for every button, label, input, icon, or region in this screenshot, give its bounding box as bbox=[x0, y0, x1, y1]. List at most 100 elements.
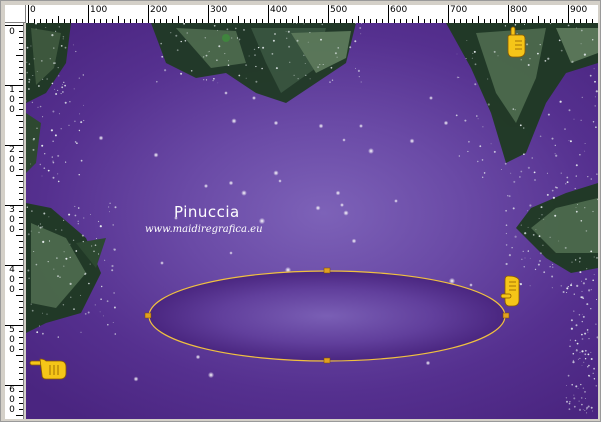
snow-speck bbox=[573, 293, 575, 295]
snow-speck bbox=[539, 135, 542, 138]
snow-speck bbox=[212, 79, 214, 82]
snow-speck bbox=[254, 54, 256, 56]
snow-speck bbox=[576, 284, 579, 287]
snow-speck bbox=[32, 148, 35, 151]
snow-speck bbox=[566, 287, 569, 290]
snow-speck bbox=[574, 187, 576, 190]
snow-speck bbox=[586, 412, 588, 414]
snow-speck bbox=[592, 410, 593, 412]
snow-speck bbox=[217, 29, 218, 31]
snow-speck bbox=[93, 250, 95, 253]
snow-speck bbox=[52, 160, 54, 162]
star bbox=[273, 170, 279, 176]
snow-speck bbox=[511, 247, 513, 249]
snow-speck bbox=[238, 38, 241, 41]
snow-speck bbox=[175, 34, 178, 37]
snow-speck bbox=[80, 121, 83, 124]
snow-speck bbox=[580, 397, 583, 399]
snow-speck bbox=[203, 79, 205, 81]
snow-speck bbox=[519, 283, 522, 286]
star bbox=[241, 190, 247, 196]
star bbox=[224, 91, 228, 95]
snow-speck bbox=[224, 53, 226, 55]
snow-speck bbox=[592, 372, 594, 374]
snow-speck bbox=[60, 45, 63, 47]
snow-speck bbox=[99, 225, 102, 228]
snow-speck bbox=[31, 101, 34, 104]
snow-speck bbox=[330, 66, 333, 69]
snow-speck bbox=[574, 259, 577, 261]
snow-speck bbox=[577, 358, 579, 360]
snow-speck bbox=[319, 64, 321, 66]
star bbox=[160, 261, 164, 265]
star bbox=[368, 148, 374, 154]
watermark-url: www.maidiregrafica.eu bbox=[145, 224, 263, 235]
snow-speck bbox=[570, 327, 574, 330]
snow-speck bbox=[566, 292, 568, 293]
snow-speck bbox=[113, 306, 116, 309]
snow-speck bbox=[46, 78, 48, 80]
snow-speck bbox=[534, 179, 536, 181]
snow-speck bbox=[582, 409, 584, 410]
star bbox=[429, 96, 433, 100]
snow-speck bbox=[539, 44, 541, 46]
snow-speck bbox=[80, 331, 82, 333]
snow-speck bbox=[73, 88, 75, 90]
snow-speck bbox=[63, 219, 65, 221]
snow-speck bbox=[53, 268, 55, 270]
snow-speck bbox=[65, 257, 68, 260]
snow-speck bbox=[575, 385, 578, 388]
snow-speck bbox=[555, 154, 558, 157]
snow-speck bbox=[565, 183, 567, 185]
snow-speck bbox=[81, 234, 84, 237]
snow-speck bbox=[576, 349, 577, 351]
snow-speck bbox=[504, 162, 507, 165]
snow-speck bbox=[567, 374, 570, 377]
snow-speck bbox=[53, 47, 55, 49]
snow-speck bbox=[287, 30, 290, 33]
snow-speck bbox=[285, 31, 287, 32]
snow-speck bbox=[176, 49, 179, 52]
vertical-ruler: 0 1 0 0 2 0 0 3 0 0 4 0 0 5 0 0 6 0 0 bbox=[5, 23, 24, 419]
snow-speck bbox=[566, 176, 569, 179]
snow-speck bbox=[524, 232, 527, 235]
snow-speck bbox=[111, 269, 114, 272]
snow-speck bbox=[456, 53, 458, 55]
snow-speck bbox=[40, 60, 43, 62]
ruler-label: 5 0 0 bbox=[9, 325, 15, 355]
ruler-label: 1 0 0 bbox=[9, 85, 15, 115]
snow-speck bbox=[336, 56, 338, 58]
snow-speck bbox=[587, 331, 589, 333]
snow-speck bbox=[565, 397, 568, 399]
snow-speck bbox=[474, 83, 477, 86]
image-window: 0 100 200 300 400 500 600 700 800 900 0 … bbox=[0, 0, 601, 422]
ruler-label: 3 0 0 bbox=[9, 205, 15, 235]
snow-speck bbox=[75, 250, 78, 252]
snow-speck bbox=[58, 26, 60, 28]
snow-speck bbox=[59, 276, 61, 278]
snow-speck bbox=[106, 300, 109, 303]
snow-speck bbox=[52, 140, 54, 142]
snow-speck bbox=[581, 96, 583, 99]
snow-speck bbox=[271, 53, 274, 55]
snow-speck bbox=[113, 248, 116, 251]
snow-speck bbox=[590, 351, 592, 353]
snow-speck bbox=[516, 33, 518, 35]
horizontal-ruler: 0 100 200 300 400 500 600 700 800 900 bbox=[26, 5, 598, 24]
snow-speck bbox=[458, 155, 460, 157]
snow-speck bbox=[587, 366, 589, 368]
snow-speck bbox=[218, 45, 221, 48]
snow-speck bbox=[560, 285, 562, 287]
snow-speck bbox=[80, 294, 82, 296]
snow-speck bbox=[62, 84, 64, 85]
snow-speck bbox=[358, 76, 360, 78]
snow-speck bbox=[514, 24, 517, 26]
snow-speck bbox=[533, 171, 536, 174]
snow-speck bbox=[570, 319, 573, 322]
snow-speck bbox=[584, 358, 587, 360]
image-canvas[interactable]: Pinuccia www.maidiregrafica.eu bbox=[26, 23, 598, 419]
snow-speck bbox=[83, 104, 84, 106]
snow-speck bbox=[575, 164, 578, 167]
snow-speck bbox=[28, 277, 30, 280]
star bbox=[394, 199, 398, 203]
